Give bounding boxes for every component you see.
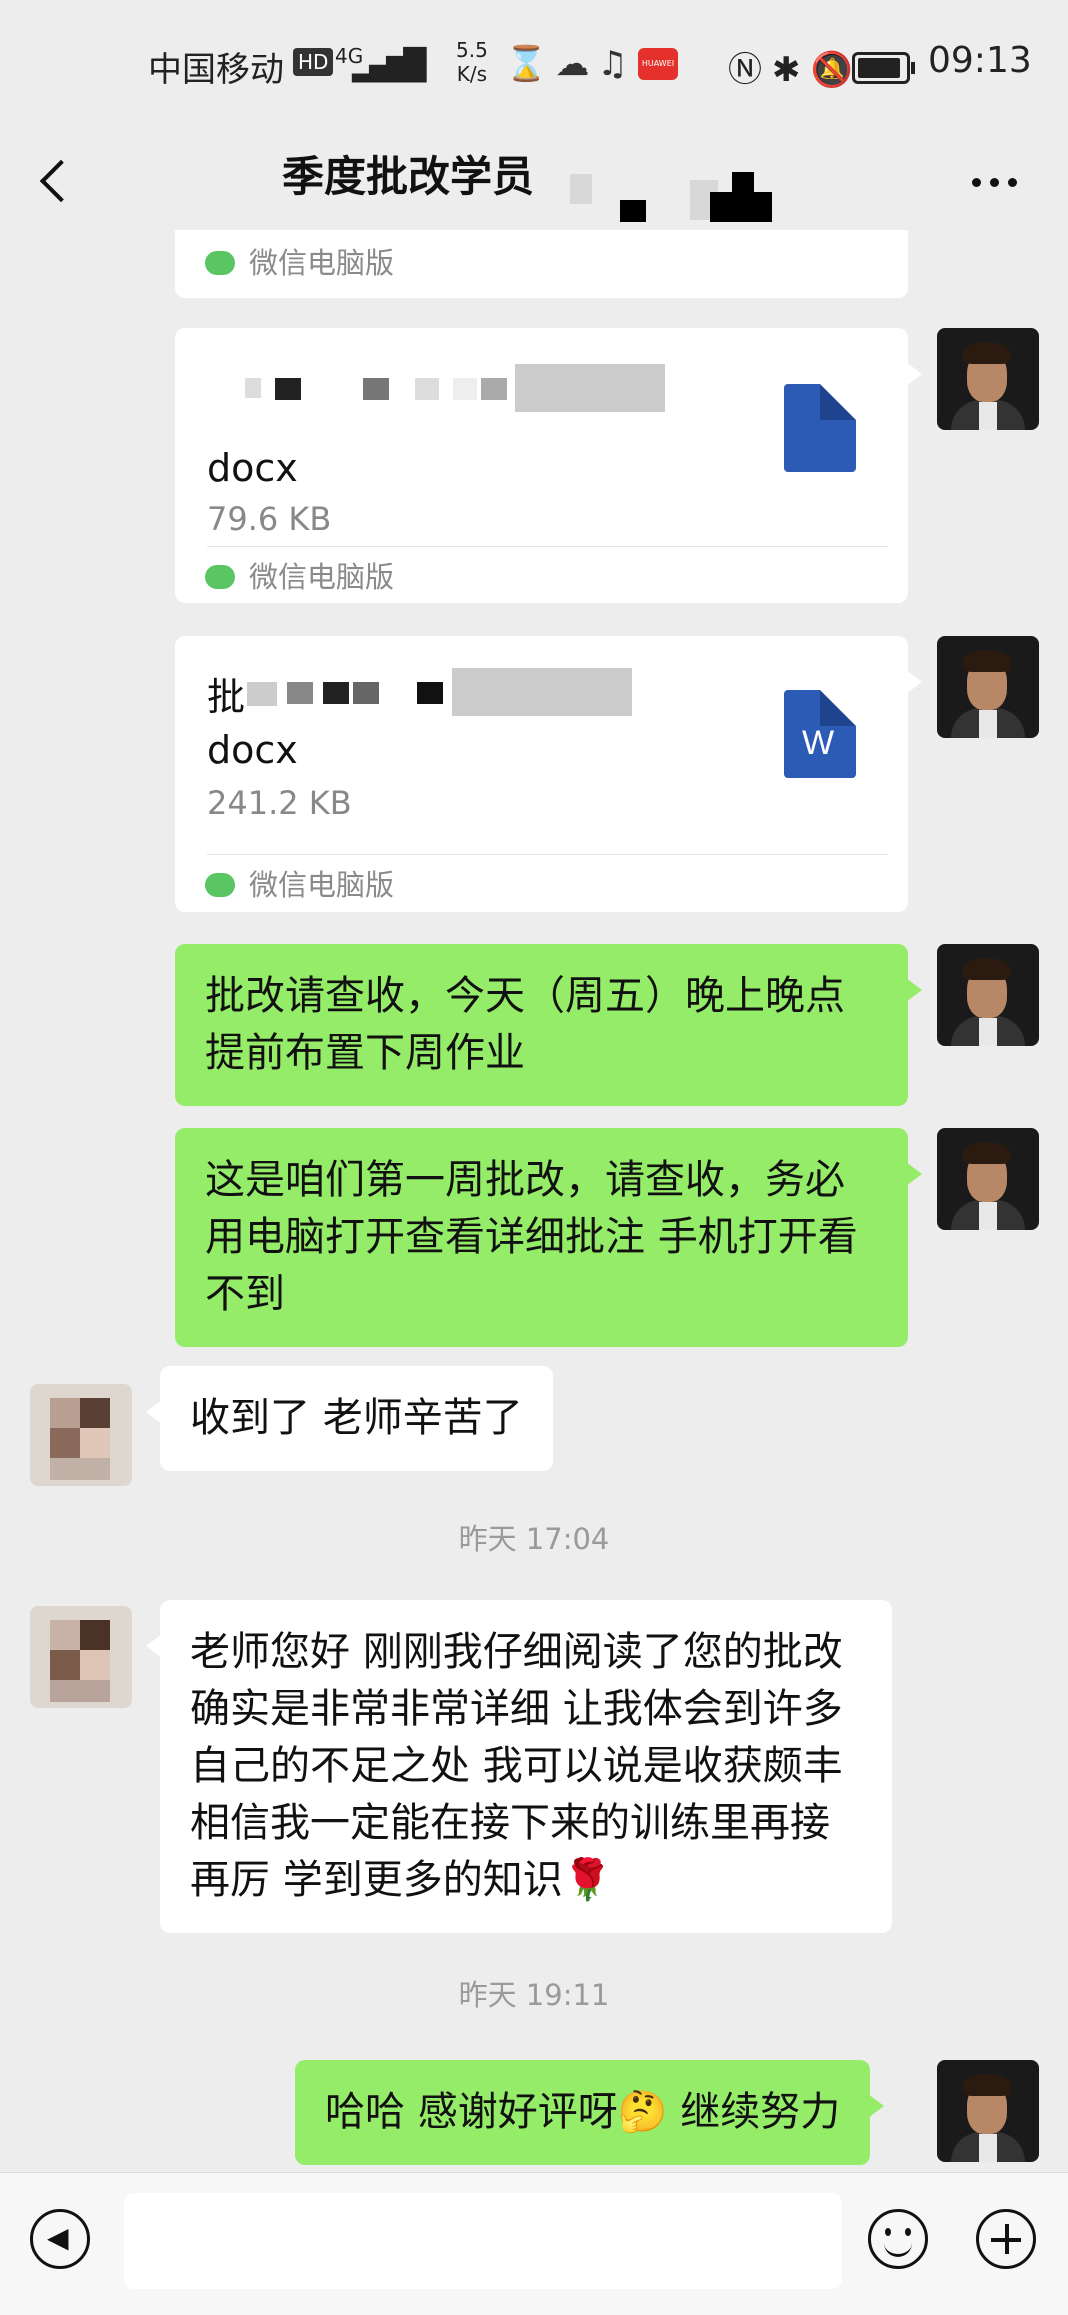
card-divider	[207, 546, 888, 547]
source-label: 微信电脑版	[249, 868, 395, 902]
wechat-icon	[205, 565, 235, 589]
file-word-icon	[784, 384, 856, 472]
plus-icon[interactable]	[976, 2209, 1036, 2269]
card-source: 微信电脑版	[205, 240, 394, 282]
file-name-prefix: 批	[207, 675, 246, 719]
sent-message[interactable]: 这是咱们第一周批改，请查收，务必用电脑打开查看详细批注 手机打开看不到	[175, 1128, 922, 1347]
avatar[interactable]	[30, 1384, 132, 1486]
redacted-title-suffix	[560, 150, 790, 222]
file-name: docx	[207, 728, 298, 772]
word-letter: W	[802, 724, 835, 762]
voice-icon[interactable]: ◀	[30, 2209, 90, 2269]
system-icons: Ⓝ✱🔕	[728, 50, 863, 90]
file-message-card[interactable]: 批 docx 241.2 KB W 微信电脑版	[175, 636, 922, 912]
avatar[interactable]	[937, 2060, 1039, 2162]
wechat-icon	[205, 873, 235, 897]
redacted-filename	[225, 364, 665, 414]
file-size: 241.2 KB	[207, 784, 352, 822]
chat-header: 季度批改学员	[0, 130, 1068, 230]
redacted-filename	[247, 668, 647, 718]
more-icon[interactable]	[960, 150, 1030, 210]
huawei-icon: HUAWEI	[638, 48, 678, 80]
status-bar: 中国移动 HD 4G ▂▄▆█ ⌔ 5.5 K/s ⌛☁♫ HUAWEI Ⓝ✱🔕…	[0, 0, 1068, 130]
chat-title: 季度批改学员	[282, 152, 535, 201]
battery-fill	[858, 58, 900, 78]
input-bar: ◀	[0, 2172, 1068, 2315]
wifi-icon: ⌔	[396, 43, 434, 89]
file-size: 79.6 KB	[207, 500, 332, 538]
sent-message[interactable]: 批改请查收，今天（周五）晚上晚点提前布置下周作业	[175, 944, 922, 1106]
speed-value: 5.5	[456, 38, 488, 62]
received-message[interactable]: 收到了 老师辛苦了	[146, 1366, 553, 1471]
wechat-icon	[205, 251, 235, 275]
emoji-icon[interactable]	[868, 2209, 928, 2269]
back-icon[interactable]	[30, 148, 90, 212]
message-input[interactable]	[124, 2193, 842, 2289]
chat-messages: 微信电脑版 docx 79.6 KB 微信电脑版 批 docx 241.2 KB…	[0, 230, 1068, 2180]
received-message[interactable]: 老师您好 刚刚我仔细阅读了您的批改 确实是非常非常详细 让我体会到许多自己的不足…	[146, 1600, 892, 1933]
avatar[interactable]	[30, 1606, 132, 1708]
card-divider	[207, 854, 888, 855]
avatar[interactable]	[937, 636, 1039, 738]
hd-badge: HD	[293, 48, 334, 76]
timestamp: 昨天 19:11	[458, 1978, 610, 2012]
file-word-icon: W	[784, 690, 856, 778]
card-source: 微信电脑版	[205, 862, 394, 904]
network-speed: 5.5 K/s	[456, 38, 488, 86]
avatar[interactable]	[937, 1128, 1039, 1230]
notification-icons: ⌛☁♫	[505, 44, 636, 84]
source-label: 微信电脑版	[249, 560, 395, 594]
battery-icon	[852, 52, 915, 84]
card-source: 微信电脑版	[205, 554, 394, 596]
avatar[interactable]	[937, 944, 1039, 1046]
source-label: 微信电脑版	[249, 246, 395, 280]
file-message-card[interactable]: docx 79.6 KB 微信电脑版	[175, 328, 922, 603]
speed-unit: K/s	[456, 62, 488, 86]
avatar[interactable]	[937, 328, 1039, 430]
sent-message[interactable]: 哈哈 感谢好评呀🤔 继续努力	[295, 2060, 885, 2165]
file-name: docx	[207, 446, 298, 490]
file-message-card[interactable]: 微信电脑版	[175, 230, 908, 298]
timestamp: 昨天 17:04	[458, 1522, 610, 1556]
clock: 09:13	[928, 40, 1032, 81]
carrier-label: 中国移动	[148, 50, 284, 90]
